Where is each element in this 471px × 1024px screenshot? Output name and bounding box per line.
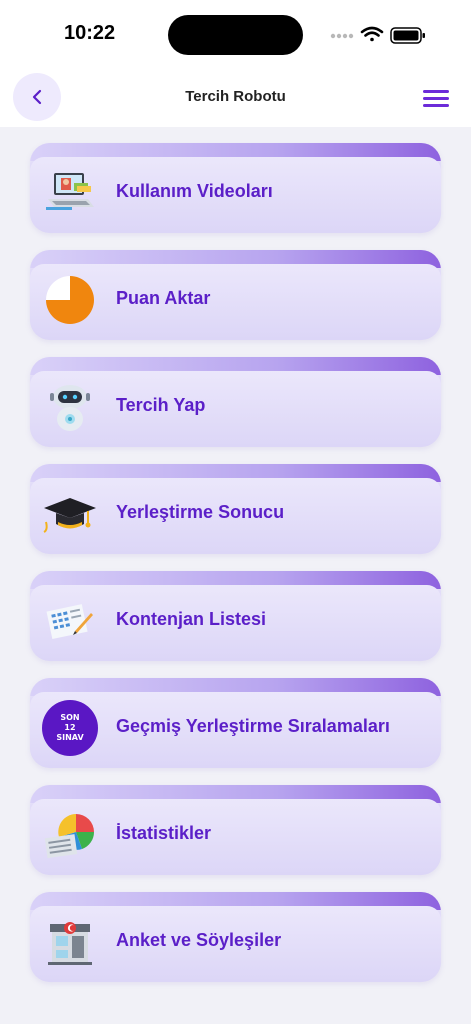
menu-item-label: Geçmiş Yerleştirme Sıralamaları: [116, 716, 390, 736]
graduation-cap-icon: [42, 486, 98, 542]
menu-item-label: Kullanım Videoları: [116, 181, 273, 201]
menu-item-tercih-yap[interactable]: Tercih Yap: [30, 357, 441, 447]
menu-item-yerlestirme-sonucu[interactable]: Yerleştirme Sonucu: [30, 464, 441, 554]
statistics-icon: [42, 807, 98, 863]
menu-item-puan-aktar[interactable]: Puan Aktar: [30, 250, 441, 340]
menu-item-istatistikler[interactable]: İstatistikler: [30, 785, 441, 875]
kiosk-icon: [42, 914, 98, 970]
dynamic-island: [168, 15, 303, 55]
status-icons: [329, 25, 429, 45]
checklist-icon: [42, 593, 98, 649]
badge-line: SON: [60, 713, 80, 722]
menu-item-kullanim-videolari[interactable]: Kullanım Videoları: [30, 143, 441, 233]
son-12-sinav-badge-icon: SON 12 SINAV: [42, 700, 98, 756]
hamburger-line: [423, 96, 449, 100]
hamburger-line: [423, 89, 449, 93]
video-tutorial-icon: [42, 165, 98, 221]
pie-chart-icon: [42, 272, 98, 328]
page-title: Tercih Robotu: [185, 88, 286, 105]
robot-icon: [42, 379, 98, 435]
hamburger-menu-button[interactable]: [423, 85, 449, 111]
menu-item-kontenjan-listesi[interactable]: Kontenjan Listesi: [30, 571, 441, 661]
menu-item-label: Yerleştirme Sonucu: [116, 502, 285, 522]
status-time: 10:22: [64, 22, 116, 44]
wifi-icon: [360, 26, 384, 42]
menu-item-label: Puan Aktar: [116, 288, 211, 308]
status-bar: 10:22: [0, 0, 471, 70]
son-12-sinav-badge: SON 12 SINAV: [42, 700, 98, 756]
badge-line: SINAV: [56, 733, 84, 742]
menu-item-label: İstatistikler: [116, 823, 212, 843]
menu-item-label: Anket ve Söyleşiler: [116, 930, 282, 950]
navigation-bar: Tercih Robotu: [0, 70, 471, 127]
menu-item-anket-ve-soylesiler[interactable]: Anket ve Söyleşiler: [30, 892, 441, 982]
hamburger-line: [423, 103, 449, 107]
menu-item-label: Tercih Yap: [116, 395, 206, 415]
battery-icon: [390, 27, 425, 44]
menu-list: Kullanım Videoları Puan Aktar Tercih Yap…: [30, 143, 441, 999]
badge-line: 12: [64, 723, 76, 732]
menu-item-label: Kontenjan Listesi: [116, 609, 267, 629]
menu-item-gecmis-yerlestirme-siralamalari[interactable]: SON 12 SINAV Geçmiş Yerleştirme Sıralama…: [30, 678, 441, 768]
signal-dots-icon: [330, 33, 354, 39]
